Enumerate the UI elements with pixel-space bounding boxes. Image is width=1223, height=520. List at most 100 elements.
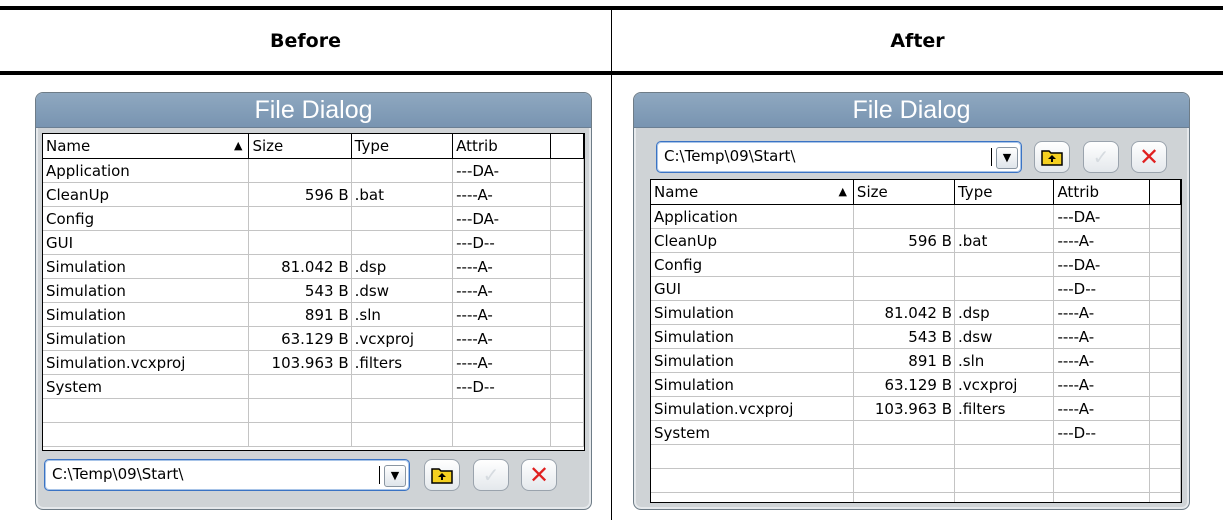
empty-row bbox=[43, 398, 584, 423]
list-header: Name ▲ Size Type Attrib bbox=[651, 180, 1181, 205]
file-list[interactable]: Name ▲ Size Type Attrib Application ---DA-… bbox=[42, 133, 585, 451]
cell-name: Config bbox=[651, 252, 854, 277]
file-table: Name ▲ Size Type Attrib Application ---DA-… bbox=[651, 180, 1181, 502]
cell-type bbox=[351, 374, 454, 399]
dialog-title: File Dialog bbox=[634, 93, 1189, 128]
cell-size bbox=[853, 276, 955, 301]
table-row[interactable]: Simulation 543 B .dsw ----A- bbox=[43, 278, 584, 303]
cell-attrib: ---DA- bbox=[452, 206, 552, 231]
table-row[interactable]: Simulation.vcxproj 103.963 B .filters ----A… bbox=[651, 396, 1181, 421]
cell-name: Simulation bbox=[651, 372, 854, 397]
cell-type: .dsp bbox=[954, 300, 1055, 325]
cell-spacer bbox=[550, 302, 584, 327]
header-attrib[interactable]: Attrib bbox=[1053, 180, 1150, 205]
close-icon: ✕ bbox=[1138, 143, 1160, 171]
table-row[interactable]: Config ---DA- bbox=[651, 252, 1181, 277]
cell-name: Simulation bbox=[43, 254, 250, 279]
empty-cell bbox=[651, 444, 854, 469]
cancel-button[interactable]: ✕ bbox=[1131, 141, 1167, 173]
cell-size: 63.129 B bbox=[853, 372, 955, 397]
table-row[interactable]: Simulation 81.042 B .dsp ----A- bbox=[43, 254, 584, 279]
close-icon: ✕ bbox=[528, 461, 550, 489]
cell-name: CleanUp bbox=[43, 182, 250, 207]
cell-size bbox=[853, 204, 955, 229]
cell-attrib: ----A- bbox=[1053, 228, 1150, 253]
cell-attrib: ---DA- bbox=[452, 158, 552, 183]
header-name[interactable]: Name ▲ bbox=[651, 180, 854, 205]
checkmark-icon: ✓ bbox=[1092, 145, 1110, 169]
header-spacer bbox=[550, 134, 584, 159]
ok-button[interactable]: ✓ bbox=[473, 459, 509, 491]
table-row[interactable]: Simulation 63.129 B .vcxproj ----A- bbox=[651, 372, 1181, 397]
cell-name: Simulation bbox=[43, 302, 250, 327]
list-header: Name ▲ Size Type Attrib bbox=[43, 134, 584, 159]
cancel-button[interactable]: ✕ bbox=[521, 459, 557, 491]
empty-cell bbox=[651, 492, 854, 502]
path-dropdown[interactable]: C:\Temp\09\Start\ ▼ bbox=[656, 141, 1022, 173]
cell-attrib: ---DA- bbox=[1053, 204, 1150, 229]
table-row[interactable]: Simulation 81.042 B .dsp ----A- bbox=[651, 300, 1181, 325]
cell-attrib: ----A- bbox=[452, 278, 552, 303]
cell-name: Config bbox=[43, 206, 250, 231]
chevron-down-icon[interactable]: ▼ bbox=[996, 147, 1018, 169]
cell-attrib: ----A- bbox=[1053, 300, 1150, 325]
table-row[interactable]: Simulation 63.129 B .vcxproj ----A- bbox=[43, 326, 584, 351]
cell-size bbox=[248, 206, 352, 231]
cell-type bbox=[954, 252, 1055, 277]
ok-button[interactable]: ✓ bbox=[1083, 141, 1119, 173]
column-separator bbox=[611, 10, 612, 520]
table-row[interactable]: Simulation.vcxproj 103.963 B .filters ----A… bbox=[43, 350, 584, 375]
table-row[interactable]: CleanUp 596 B .bat ----A- bbox=[43, 182, 584, 207]
header-name-label: Name bbox=[654, 183, 699, 201]
file-dialog-before: File Dialog Name ▲ Size Type Attrib Appli… bbox=[35, 92, 592, 510]
cell-type: .bat bbox=[954, 228, 1055, 253]
cell-name: GUI bbox=[651, 276, 854, 301]
empty-row bbox=[651, 444, 1181, 469]
table-row[interactable]: System ---D-- bbox=[651, 420, 1181, 445]
header-attrib[interactable]: Attrib bbox=[452, 134, 552, 159]
cell-spacer bbox=[1149, 324, 1181, 349]
path-dropdown[interactable]: C:\Temp\09\Start\ ▼ bbox=[44, 459, 410, 491]
parent-folder-button[interactable] bbox=[424, 459, 460, 491]
header-size[interactable]: Size bbox=[853, 180, 955, 205]
dropdown-separator bbox=[991, 148, 992, 166]
empty-cell bbox=[954, 444, 1055, 469]
table-row[interactable]: Simulation 543 B .dsw ----A- bbox=[651, 324, 1181, 349]
cell-name: GUI bbox=[43, 230, 250, 255]
parent-folder-button[interactable] bbox=[1034, 141, 1070, 173]
path-text: C:\Temp\09\Start\ bbox=[664, 147, 796, 165]
empty-cell bbox=[1149, 444, 1181, 469]
empty-cell bbox=[954, 468, 1055, 493]
header-name-label: Name bbox=[46, 137, 91, 155]
cell-attrib: ----A- bbox=[452, 350, 552, 375]
table-row[interactable]: System ---D-- bbox=[43, 374, 584, 399]
cell-size: 543 B bbox=[248, 278, 352, 303]
header-name[interactable]: Name ▲ bbox=[43, 134, 250, 159]
table-row[interactable]: GUI ---D-- bbox=[43, 230, 584, 255]
cell-spacer bbox=[550, 278, 584, 303]
header-type[interactable]: Type bbox=[351, 134, 454, 159]
cell-size: 63.129 B bbox=[248, 326, 352, 351]
header-type[interactable]: Type bbox=[954, 180, 1055, 205]
cell-size: 891 B bbox=[248, 302, 352, 327]
header-spacer bbox=[1149, 180, 1181, 205]
table-row[interactable]: CleanUp 596 B .bat ----A- bbox=[651, 228, 1181, 253]
empty-cell bbox=[43, 422, 250, 447]
table-row[interactable]: GUI ---D-- bbox=[651, 276, 1181, 301]
cell-spacer bbox=[1149, 396, 1181, 421]
before-heading: Before bbox=[270, 30, 341, 52]
empty-row bbox=[43, 422, 584, 447]
table-row[interactable]: Application ---DA- bbox=[43, 158, 584, 183]
folder-up-icon bbox=[431, 468, 453, 484]
file-list[interactable]: Name ▲ Size Type Attrib Application ---DA-… bbox=[650, 179, 1182, 503]
empty-cell bbox=[1053, 492, 1150, 502]
table-row[interactable]: Config ---DA- bbox=[43, 206, 584, 231]
header-size[interactable]: Size bbox=[248, 134, 352, 159]
cell-spacer bbox=[550, 158, 584, 183]
table-row[interactable]: Simulation 891 B .sln ----A- bbox=[43, 302, 584, 327]
chevron-down-icon[interactable]: ▼ bbox=[384, 465, 406, 487]
table-row[interactable]: Simulation 891 B .sln ----A- bbox=[651, 348, 1181, 373]
table-row[interactable]: Application ---DA- bbox=[651, 204, 1181, 229]
sort-ascending-icon: ▲ bbox=[838, 185, 847, 198]
cell-size: 543 B bbox=[853, 324, 955, 349]
